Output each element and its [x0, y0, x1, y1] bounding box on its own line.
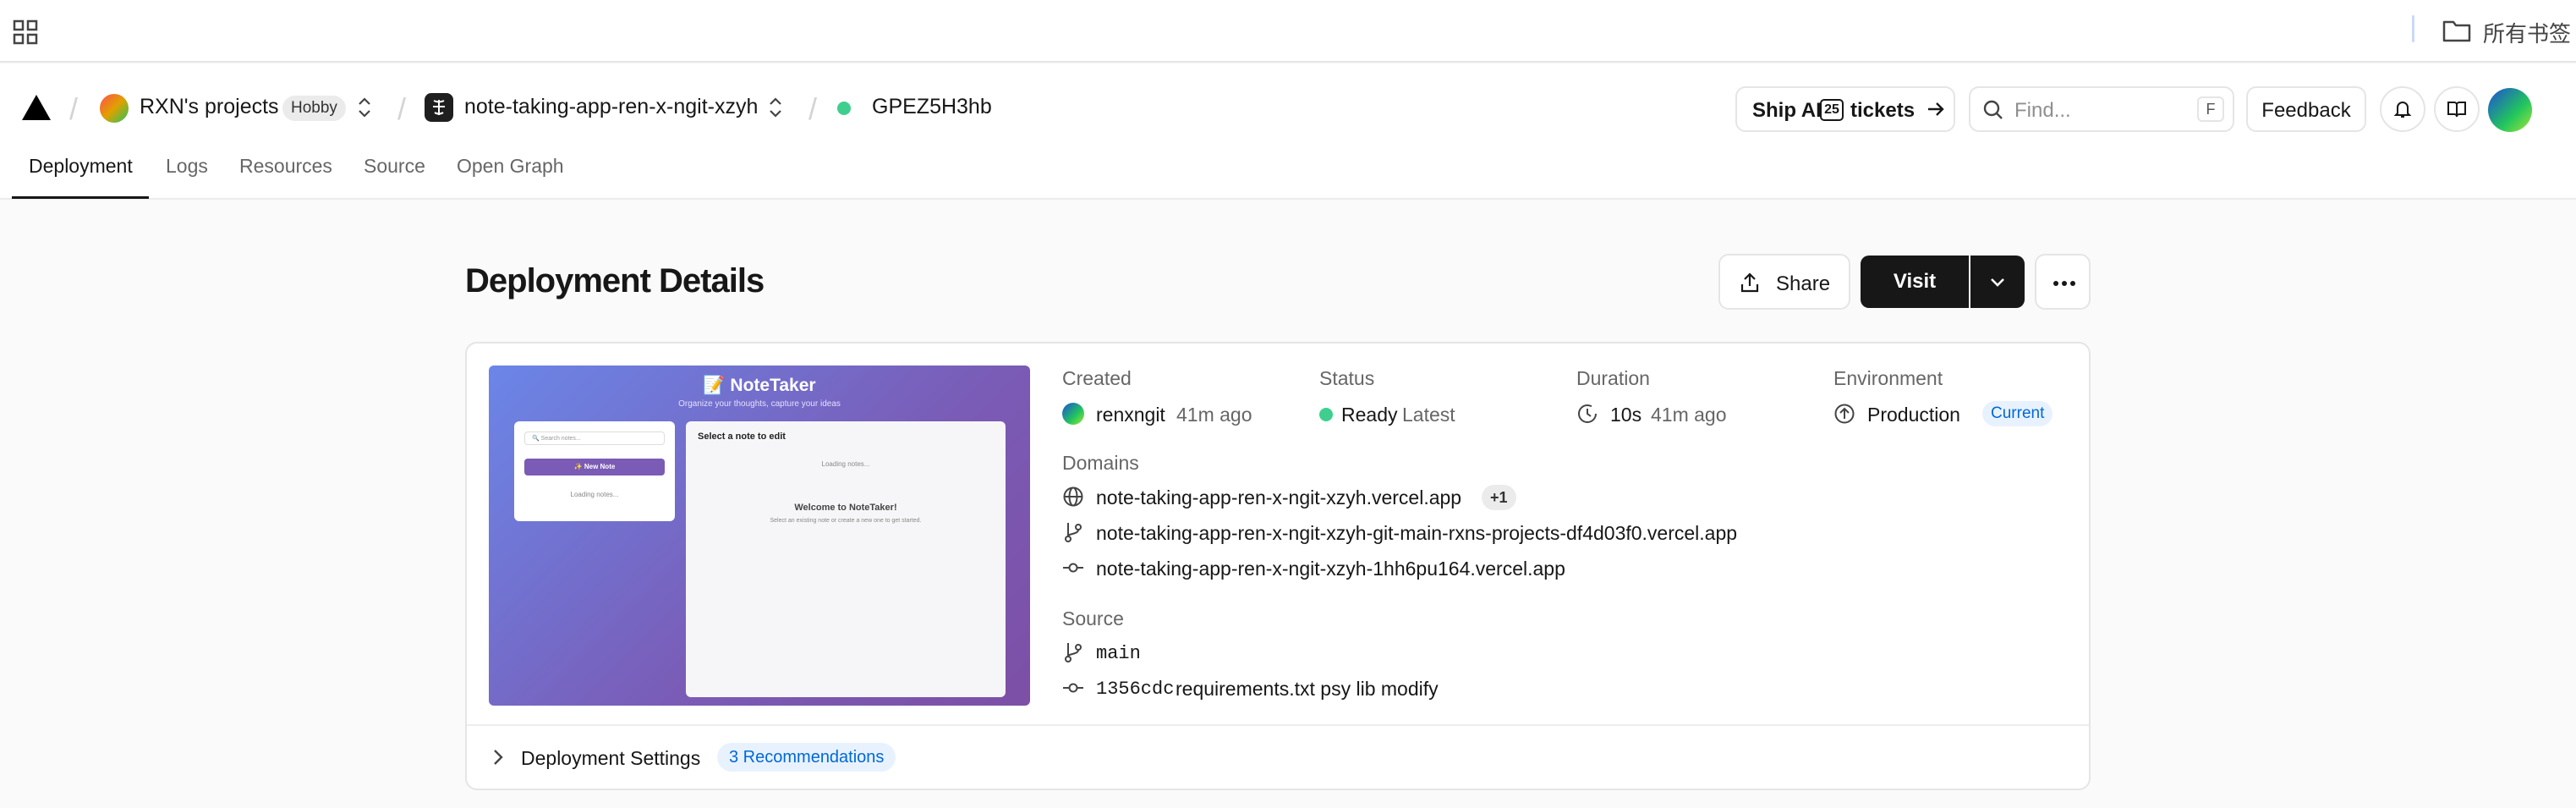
preview-loading-right: Loading notes...: [821, 460, 870, 468]
source-branch[interactable]: main: [1096, 643, 1141, 664]
search-icon: [1983, 100, 2003, 119]
ready-status-dot: [1319, 408, 1333, 421]
preview-editor: Select a note to edit Loading notes... W…: [686, 421, 1006, 697]
preview-sidebar: 🔍 Search notes... ✨ New Note Loading not…: [514, 421, 675, 521]
duration-value: 10s: [1610, 404, 1642, 426]
tab-logs[interactable]: Logs: [166, 157, 208, 200]
bookmarks-separator: [2412, 15, 2414, 42]
bell-icon: [2393, 102, 2412, 118]
feedback-label: Feedback: [2261, 99, 2351, 122]
deployment-id[interactable]: GPEZ5H3hb: [872, 95, 992, 119]
tab-source[interactable]: Source: [364, 157, 425, 200]
git-commit-icon: [1063, 683, 1083, 693]
creator-avatar: [1062, 403, 1084, 425]
duration-time: 41m ago: [1651, 404, 1727, 426]
created-label: Created: [1062, 367, 1132, 389]
status-value: Ready: [1341, 404, 1398, 426]
preview-app-subtitle: Organize your thoughts, capture your ide…: [678, 399, 841, 409]
preview-loading-left: Loading notes...: [570, 491, 619, 498]
preview-welcome: Welcome to NoteTaker!: [794, 503, 897, 513]
app-header: / RXN's projects Hobby / note-taking-app…: [0, 64, 2576, 200]
preview-search: 🔍 Search notes...: [524, 431, 665, 445]
extra-domains-badge[interactable]: +1: [1482, 485, 1516, 510]
preview-select-note: Select a note to edit: [698, 431, 786, 442]
project-icon[interactable]: [425, 93, 453, 122]
git-branch-icon: [1065, 643, 1082, 662]
source-label: Source: [1062, 607, 1124, 629]
commit-domain-link[interactable]: note-taking-app-ren-x-ngit-xzyh-1hh6pu16…: [1096, 558, 1565, 580]
preview-app-title: 📝 NoteTaker: [703, 376, 816, 395]
plan-badge: Hobby: [282, 96, 346, 121]
deployment-status-dot: [837, 102, 851, 115]
bookmarks-bar: 所有书签: [0, 0, 2576, 63]
find-placeholder: Find...: [2014, 99, 2071, 122]
status-label: Status: [1319, 367, 1375, 389]
preview-hint: Select an existing note or create a new …: [770, 518, 922, 524]
chevron-right-icon[interactable]: [487, 746, 509, 768]
feedback-button[interactable]: Feedback: [2246, 86, 2366, 132]
created-time: 41m ago: [1176, 404, 1252, 426]
notifications-button[interactable]: [2380, 86, 2425, 132]
primary-domain-link[interactable]: note-taking-app-ren-x-ngit-xzyh.vercel.a…: [1096, 486, 1461, 509]
tab-resources[interactable]: Resources: [239, 157, 332, 200]
globe-icon: [1063, 486, 1083, 507]
tab-deployment[interactable]: Deployment: [29, 157, 133, 200]
arrow-right-icon: [1928, 102, 1944, 116]
breadcrumb-separator: /: [808, 91, 818, 126]
page-title: Deployment Details: [465, 262, 765, 300]
commit-hash[interactable]: 1356cdc: [1096, 679, 1174, 700]
share-button[interactable]: Share: [1718, 254, 1850, 310]
branch-domain-link[interactable]: note-taking-app-ren-x-ngit-xzyh-git-main…: [1096, 522, 1737, 545]
team-name[interactable]: RXN's projects: [140, 95, 279, 119]
chevron-down-icon: [1991, 278, 2004, 287]
breadcrumb-separator: /: [69, 91, 79, 126]
breadcrumb-separator: /: [397, 91, 407, 126]
environment-value: Production: [1867, 404, 1960, 426]
folder-icon[interactable]: [2442, 19, 2471, 42]
ship-ai-tickets-button[interactable]: Ship AI 25 tickets: [1735, 86, 1955, 132]
project-name[interactable]: note-taking-app-ren-x-ngit-xzyh: [464, 95, 758, 119]
deployment-preview[interactable]: 📝 NoteTaker Organize your thoughts, capt…: [489, 366, 1030, 706]
preview-new-note: ✨ New Note: [524, 459, 665, 475]
vercel-logo-icon[interactable]: [22, 95, 51, 120]
book-icon: [2447, 102, 2466, 118]
card-divider: [467, 724, 2089, 726]
find-search-input[interactable]: Find... F: [1969, 86, 2234, 132]
share-label: Share: [1776, 272, 1831, 295]
ship-ai-suffix: tickets: [1850, 99, 1916, 122]
commit-message[interactable]: requirements.txt psy lib modify: [1176, 678, 1439, 701]
tab-open-graph[interactable]: Open Graph: [457, 157, 564, 200]
arrow-up-circle-icon: [1834, 404, 1855, 424]
deployment-card: 📝 NoteTaker Organize your thoughts, capt…: [465, 342, 2091, 790]
user-avatar[interactable]: [2488, 88, 2532, 132]
team-switcher-icon[interactable]: [355, 95, 374, 120]
git-branch-icon: [1065, 523, 1082, 542]
duration-label: Duration: [1576, 367, 1650, 389]
more-horizontal-icon: [2053, 281, 2075, 286]
current-badge: Current: [1982, 401, 2053, 426]
ship-ai-label: Ship AI: [1752, 99, 1822, 122]
share-icon: [1740, 272, 1759, 293]
deployment-settings-toggle[interactable]: Deployment Settings: [521, 747, 700, 770]
status-tag: Latest: [1402, 404, 1455, 426]
visit-dropdown-button[interactable]: [1970, 256, 2025, 308]
team-avatar[interactable]: [100, 94, 129, 123]
clock-icon: [1578, 404, 1597, 423]
ship-ai-number: 25: [1820, 99, 1844, 121]
more-options-button[interactable]: [2035, 254, 2091, 310]
recommendations-badge[interactable]: 3 Recommendations: [717, 743, 896, 772]
project-switcher-icon[interactable]: [766, 95, 785, 120]
docs-button[interactable]: [2434, 86, 2480, 132]
git-commit-icon: [1063, 563, 1083, 573]
creator-name[interactable]: renxngit: [1096, 404, 1165, 426]
environment-label: Environment: [1833, 367, 1943, 389]
find-shortcut-key: F: [2197, 96, 2224, 122]
visit-button[interactable]: Visit: [1861, 256, 1969, 308]
all-bookmarks-label[interactable]: 所有书签: [2483, 17, 2571, 48]
domains-label: Domains: [1062, 452, 1139, 474]
active-tab-indicator: [12, 196, 149, 199]
apps-grid-icon[interactable]: [12, 19, 39, 46]
